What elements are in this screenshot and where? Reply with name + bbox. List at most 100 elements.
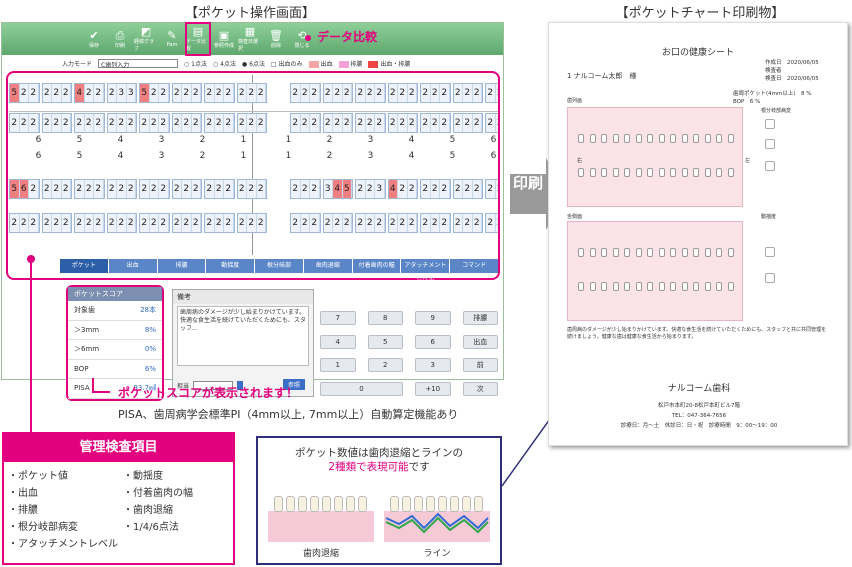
option-6pt[interactable]: ● 6点法: [242, 59, 265, 68]
pocket-cell[interactable]: 2: [140, 214, 150, 232]
pocket-cell[interactable]: 2: [300, 214, 310, 232]
pocket-cell[interactable]: 2: [356, 84, 366, 102]
pocket-cell[interactable]: 2: [495, 114, 498, 132]
tab-2[interactable]: 排膿: [157, 259, 206, 273]
pocket-cell[interactable]: 2: [224, 114, 234, 132]
pocket-cell[interactable]: 2: [214, 84, 224, 102]
pocket-cell[interactable]: 2: [149, 114, 159, 132]
pocket-cell[interactable]: 2: [182, 180, 192, 198]
pocket-cell[interactable]: 2: [205, 84, 215, 102]
pocket-cell[interactable]: 2: [486, 84, 496, 102]
pocket-cell[interactable]: 2: [323, 84, 333, 102]
pocket-cell[interactable]: 2: [10, 214, 20, 232]
tab-4[interactable]: 根分岐部: [255, 259, 303, 273]
pocket-cell[interactable]: 2: [75, 114, 85, 132]
pocket-cell[interactable]: 2: [172, 114, 182, 132]
pocket-cell[interactable]: 2: [365, 180, 375, 198]
pocket-cell[interactable]: 2: [495, 180, 498, 198]
pocket-cell[interactable]: 2: [224, 214, 234, 232]
keypad-key[interactable]: 8: [367, 311, 403, 325]
keypad-key[interactable]: 9: [415, 311, 451, 325]
pocket-cell[interactable]: 2: [256, 180, 266, 198]
keypad-key[interactable]: 前: [462, 358, 498, 372]
pocket-cell[interactable]: 2: [29, 214, 39, 232]
pocket-cell[interactable]: 2: [149, 214, 159, 232]
pocket-cell[interactable]: 2: [256, 214, 266, 232]
pocket-cell[interactable]: 2: [29, 180, 39, 198]
pocket-cell[interactable]: 2: [333, 214, 343, 232]
pocket-cell[interactable]: 2: [300, 180, 310, 198]
pocket-cell[interactable]: 2: [94, 214, 104, 232]
pocket-cell[interactable]: 2: [191, 214, 201, 232]
pocket-cell[interactable]: 2: [19, 214, 29, 232]
mode-select[interactable]: C歯列入力: [98, 58, 179, 69]
pocket-cell[interactable]: 2: [333, 84, 343, 102]
pocket-cell[interactable]: 2: [237, 84, 247, 102]
pocket-cell[interactable]: 2: [291, 180, 301, 198]
pocket-cell[interactable]: 2: [440, 180, 450, 198]
option-1pt[interactable]: ○ 1点法: [184, 59, 207, 68]
option-4pt[interactable]: ○ 4点法: [213, 59, 236, 68]
pocket-cell[interactable]: 2: [440, 114, 450, 132]
pocket-cell[interactable]: 2: [323, 214, 333, 232]
pocket-cell[interactable]: 2: [365, 114, 375, 132]
pocket-cell[interactable]: 2: [430, 214, 440, 232]
tab-3[interactable]: 動揺度: [206, 259, 255, 273]
pocket-cell[interactable]: 2: [388, 214, 398, 232]
pocket-cell[interactable]: 2: [61, 214, 71, 232]
pocket-cell[interactable]: 2: [214, 214, 224, 232]
pocket-cell[interactable]: 2: [149, 180, 159, 198]
keypad-key[interactable]: 1: [320, 358, 356, 372]
keypad-key[interactable]: 0: [320, 381, 403, 396]
pocket-cell[interactable]: 2: [61, 114, 71, 132]
pocket-cell[interactable]: 2: [61, 84, 71, 102]
pocket-cell[interactable]: 2: [421, 180, 431, 198]
toolbar-button-4[interactable]: ▤ データ比較: [185, 22, 211, 56]
pocket-cell[interactable]: 2: [310, 214, 320, 232]
pocket-cell[interactable]: 2: [126, 214, 136, 232]
pocket-cell[interactable]: 2: [375, 114, 385, 132]
pocket-cell[interactable]: 2: [140, 114, 150, 132]
pocket-cell[interactable]: 2: [29, 114, 39, 132]
pocket-cell[interactable]: 2: [398, 84, 408, 102]
pocket-cell[interactable]: 2: [256, 84, 266, 102]
toolbar-button-1[interactable]: ⎙ 印刷: [108, 23, 132, 55]
pocket-cell[interactable]: 2: [237, 180, 247, 198]
pocket-cell[interactable]: 2: [149, 84, 159, 102]
pocket-cell[interactable]: 2: [117, 214, 127, 232]
pocket-cell[interactable]: 2: [495, 214, 498, 232]
keypad-key[interactable]: 出血: [462, 334, 498, 349]
pocket-cell[interactable]: 2: [365, 214, 375, 232]
pocket-cell[interactable]: 4: [333, 180, 343, 198]
pocket-cell[interactable]: 2: [247, 180, 257, 198]
pocket-cell[interactable]: 2: [291, 214, 301, 232]
pocket-cell[interactable]: 2: [84, 214, 94, 232]
pocket-cell[interactable]: 2: [421, 114, 431, 132]
pocket-cell[interactable]: 2: [453, 180, 463, 198]
pocket-cell[interactable]: 2: [407, 84, 417, 102]
tab-7[interactable]: アタッチメントレベル: [401, 259, 450, 283]
pocket-cell[interactable]: 2: [421, 214, 431, 232]
pocket-cell[interactable]: 2: [453, 84, 463, 102]
pocket-cell[interactable]: 2: [463, 214, 473, 232]
pocket-cell[interactable]: 2: [117, 180, 127, 198]
pocket-cell[interactable]: 3: [117, 84, 127, 102]
pocket-cell[interactable]: 2: [19, 84, 29, 102]
pocket-cell[interactable]: 2: [247, 84, 257, 102]
pocket-cell[interactable]: 2: [107, 84, 117, 102]
pocket-cell[interactable]: 2: [440, 214, 450, 232]
tab-6[interactable]: 付着歯肉の幅: [352, 259, 401, 273]
pocket-cell[interactable]: 2: [140, 180, 150, 198]
pocket-cell[interactable]: 2: [388, 114, 398, 132]
pocket-cell[interactable]: 2: [333, 114, 343, 132]
pocket-cell[interactable]: 2: [356, 214, 366, 232]
pocket-cell[interactable]: 2: [205, 180, 215, 198]
pocket-cell[interactable]: 2: [356, 114, 366, 132]
pocket-cell[interactable]: 2: [205, 114, 215, 132]
pocket-cell[interactable]: 2: [398, 214, 408, 232]
keypad-key[interactable]: 2: [367, 358, 403, 372]
pocket-cell[interactable]: 2: [172, 84, 182, 102]
pocket-cell[interactable]: 2: [342, 84, 352, 102]
pocket-cell[interactable]: 2: [29, 84, 39, 102]
pocket-cell[interactable]: 2: [191, 180, 201, 198]
